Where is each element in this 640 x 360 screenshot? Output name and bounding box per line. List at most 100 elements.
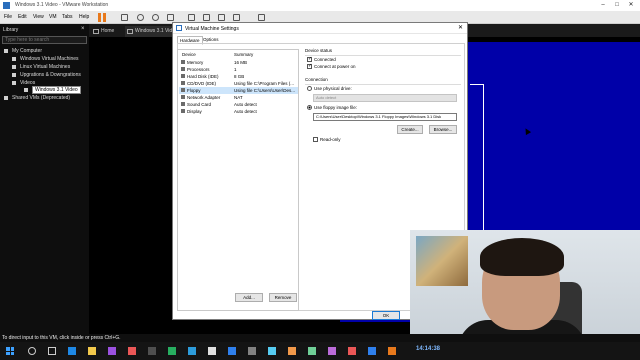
- minimize-icon[interactable]: –: [598, 1, 608, 10]
- sound-icon: [181, 102, 185, 106]
- column-summary: Summary: [234, 52, 254, 57]
- connect-power-checkbox[interactable]: ✓: [307, 64, 312, 69]
- read-only-checkbox[interactable]: [313, 137, 318, 142]
- file-explorer-icon[interactable]: [88, 347, 96, 355]
- device-row-network[interactable]: Network Adapter NAT: [179, 94, 298, 101]
- wall-picture: [416, 236, 468, 286]
- search-icon[interactable]: [28, 347, 36, 355]
- app-icon[interactable]: [328, 347, 336, 355]
- device-row-memory[interactable]: Memory 16 MB: [179, 59, 298, 66]
- app-icon[interactable]: [348, 347, 356, 355]
- tree-item-shared-vms[interactable]: Shared VMs (Deprecated): [4, 95, 70, 101]
- tree-item-linux-vms[interactable]: Linux Virtual Machines: [12, 64, 70, 70]
- close-dialog-icon[interactable]: ✕: [458, 24, 463, 31]
- task-view-icon[interactable]: [48, 347, 56, 355]
- divider: [305, 55, 461, 56]
- snapshot-manager-icon[interactable]: [167, 14, 174, 21]
- floppy-icon: [181, 88, 185, 92]
- floppy-image-path-input[interactable]: C:\Users\User\Desktop\Windows 3.1 Floppy…: [313, 113, 457, 121]
- library-panel: Library × My Computer Windows Virtual Ma…: [0, 24, 89, 334]
- floppy-image-radio[interactable]: [307, 105, 312, 110]
- window-titlebar: Windows 3.1 Video - VMware Workstation –…: [0, 0, 640, 11]
- hard-disk-icon: [181, 74, 185, 78]
- app-icon[interactable]: [248, 347, 256, 355]
- device-row-display[interactable]: Display Auto detect: [179, 108, 298, 115]
- person-hair: [480, 238, 564, 276]
- connect-power-label: Connect at power on: [314, 64, 356, 69]
- vm-tab-icon: [127, 29, 133, 34]
- pause-vm-icon[interactable]: [98, 13, 108, 22]
- menu-vm[interactable]: VM: [49, 14, 57, 20]
- send-ctrl-alt-del-icon[interactable]: [121, 14, 128, 21]
- folder-icon: [12, 64, 16, 69]
- unity-icon[interactable]: [233, 14, 240, 21]
- browse-floppy-button[interactable]: Browse...: [429, 125, 457, 134]
- ok-button[interactable]: OK: [372, 311, 400, 320]
- connected-checkbox[interactable]: ✓: [307, 57, 312, 62]
- tree-item-windows-vms[interactable]: Windows Virtual Machines: [12, 56, 79, 62]
- start-windows-icon[interactable]: [6, 347, 14, 355]
- tree-item-upgrations[interactable]: Upgrations & Downgrations: [12, 72, 81, 78]
- app-icon[interactable]: [128, 347, 136, 355]
- tab-options[interactable]: Options: [201, 36, 221, 43]
- menu-edit[interactable]: Edit: [18, 14, 27, 20]
- taskbar-clock: 14:14:38: [416, 346, 441, 352]
- vmware-app-icon: [3, 2, 10, 9]
- app-icon[interactable]: [308, 347, 316, 355]
- connection-heading: Connection: [305, 77, 328, 82]
- app-icon[interactable]: [188, 347, 196, 355]
- app-icon[interactable]: [108, 347, 116, 355]
- thumbnail-bar-icon[interactable]: [203, 14, 210, 21]
- tree-item-my-computer[interactable]: My Computer: [4, 48, 42, 54]
- tab-home[interactable]: Home: [91, 26, 123, 37]
- read-only-label: Read-only: [320, 137, 341, 142]
- app-icon[interactable]: [288, 347, 296, 355]
- app-icon[interactable]: [208, 347, 216, 355]
- stretch-guest-icon[interactable]: [258, 14, 265, 21]
- close-icon[interactable]: ✕: [626, 1, 636, 10]
- device-row-sound[interactable]: Sound Card Auto detect: [179, 101, 298, 108]
- tree-item-windows-31-video[interactable]: Windows 3.1 Video: [24, 86, 81, 94]
- library-search-input[interactable]: [2, 36, 87, 44]
- app-icon[interactable]: [268, 347, 276, 355]
- menu-tabs[interactable]: Tabs: [62, 14, 73, 20]
- app-icon[interactable]: [148, 347, 156, 355]
- maximize-icon[interactable]: □: [612, 1, 622, 10]
- windows-taskbar: 14:14:38: [0, 342, 640, 360]
- cpu-icon: [181, 67, 185, 71]
- menu-file[interactable]: File: [4, 14, 12, 20]
- add-device-button[interactable]: Add...: [235, 293, 263, 302]
- close-library-icon[interactable]: ×: [81, 26, 85, 32]
- vm-status-bar: To direct input to this VM, click inside…: [0, 334, 640, 342]
- status-hint: To direct input to this VM, click inside…: [2, 335, 121, 341]
- menu-view[interactable]: View: [33, 14, 44, 20]
- show-library-icon[interactable]: [188, 14, 195, 21]
- vscode-icon[interactable]: [228, 347, 236, 355]
- app-icon[interactable]: [368, 347, 376, 355]
- device-row-hard-disk[interactable]: Hard Disk (IDE) 8 GB: [179, 73, 298, 80]
- library-title: Library: [3, 27, 19, 33]
- network-icon: [181, 95, 185, 99]
- connected-label: Connected: [314, 57, 336, 62]
- create-floppy-button[interactable]: Create...: [397, 125, 423, 134]
- shared-vms-icon: [4, 95, 8, 100]
- menu-help[interactable]: Help: [79, 14, 89, 20]
- physical-drive-radio[interactable]: [307, 86, 312, 91]
- device-row-cd-dvd[interactable]: CD/DVD (IDE) Using file C:\Program Files …: [179, 80, 298, 87]
- physical-drive-select: Auto detect: [313, 94, 457, 102]
- revert-snapshot-icon[interactable]: [152, 14, 159, 21]
- dialog-titlebar: Virtual Machine Settings ✕: [173, 23, 467, 34]
- app-icon[interactable]: [168, 347, 176, 355]
- device-row-processors[interactable]: Processors 1: [179, 66, 298, 73]
- memory-icon: [181, 60, 185, 64]
- device-row-floppy[interactable]: Floppy Using file C:\Users\User\Des...: [179, 87, 298, 94]
- remove-device-button[interactable]: Remove: [269, 293, 297, 302]
- folder-icon: [12, 56, 16, 61]
- device-status-heading: Device status: [305, 48, 333, 53]
- edge-icon[interactable]: [68, 347, 76, 355]
- snapshot-icon[interactable]: [137, 14, 144, 21]
- floppy-image-label: Use floppy image file:: [314, 105, 358, 110]
- webcam-overlay: manycam: [410, 230, 640, 346]
- vmware-taskbar-icon[interactable]: [388, 347, 396, 355]
- full-screen-icon[interactable]: [218, 14, 225, 21]
